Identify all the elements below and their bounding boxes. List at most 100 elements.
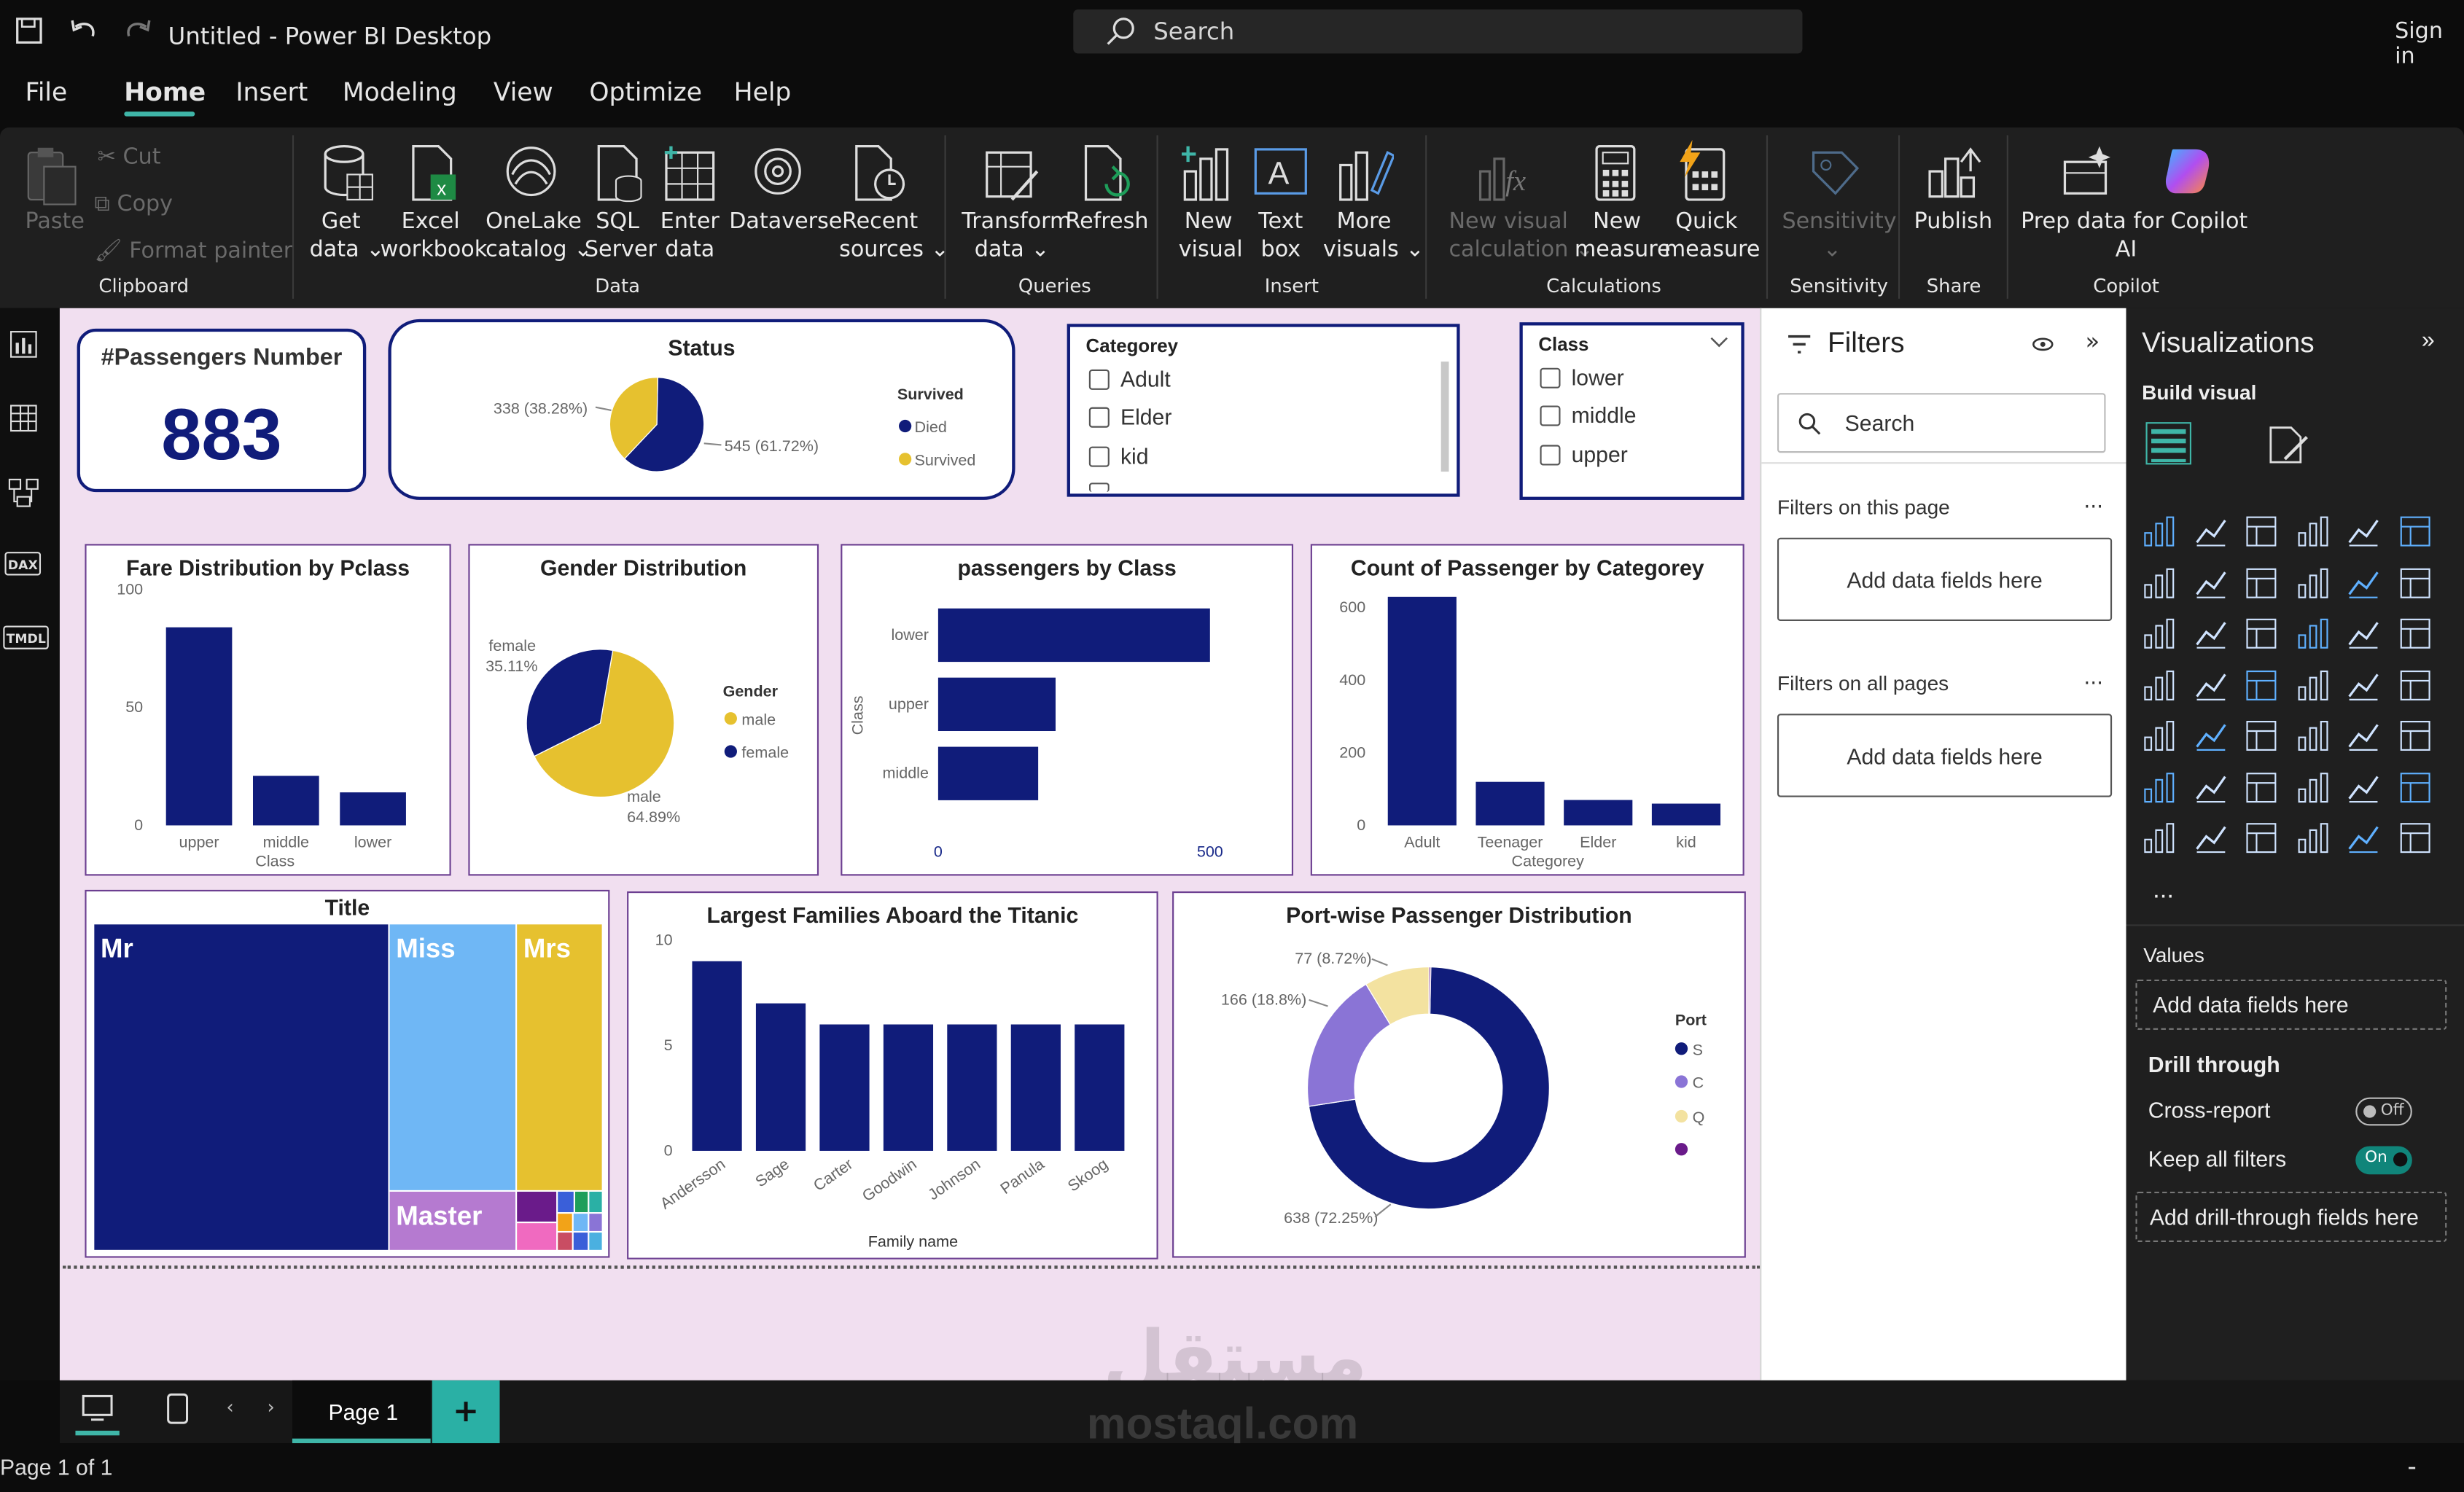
save-icon[interactable] (16, 17, 43, 44)
transform-data-button[interactable]: Transform data ⌄ (962, 208, 1071, 265)
class-slicer[interactable]: Class lower middle upper (1519, 322, 1744, 500)
page-filters-drop-zone[interactable]: Add data fields here (1777, 537, 2113, 622)
report-canvas[interactable]: #Passengers Number 883 Status 545 (61.72… (59, 308, 1761, 1399)
next-page-icon[interactable]: › (267, 1396, 274, 1418)
tab-file[interactable]: File (25, 77, 67, 107)
tab-help[interactable]: Help (734, 77, 792, 107)
paginated-visual-icon[interactable] (2397, 770, 2431, 804)
search-box[interactable]: Search (1073, 9, 1803, 54)
key-influencers-visual-icon[interactable] (2193, 770, 2227, 804)
sql-server-button[interactable]: SQL Server (585, 208, 657, 265)
title-treemap-card[interactable]: Title Mr Miss Mrs Master (85, 889, 610, 1258)
text-box-button[interactable]: Text box (1251, 208, 1311, 265)
checkbox[interactable] (1540, 445, 1561, 466)
cross-report-toggle[interactable]: Off (2355, 1097, 2412, 1126)
excel-workbook-button[interactable]: Excel workbook (381, 208, 488, 265)
slicer-item[interactable]: lower (1572, 364, 1624, 390)
cut-button[interactable]: ✂ Cut (98, 144, 161, 170)
treemap-tile-mrs[interactable]: Mrs (517, 924, 602, 1190)
treemap-visual-icon[interactable] (2142, 668, 2176, 702)
slicer-item[interactable]: kid (1120, 443, 1149, 469)
port-distribution-chart[interactable]: Port-wise Passenger Distribution 638 (72… (1172, 891, 1746, 1258)
all-pages-filters-drop-zone[interactable]: Add data fields here (1777, 714, 2113, 797)
checkbox[interactable] (1088, 407, 1110, 428)
new-measure-button[interactable]: New measure (1575, 208, 1671, 265)
zoom-out-button[interactable]: - (2407, 1451, 2416, 1481)
format-painter-button[interactable]: 🖌 Format painter (94, 239, 292, 265)
power-apps-visual-icon[interactable] (2193, 821, 2227, 855)
tab-modeling[interactable]: Modeling (343, 77, 457, 107)
gauge-visual-icon[interactable] (2346, 668, 2380, 702)
quick-measure-button[interactable]: Quick measure (1664, 208, 1761, 265)
publish-button[interactable]: Publish (1914, 208, 1993, 236)
stacked-area-visual-icon[interactable] (2244, 565, 2278, 599)
treemap-tile-small[interactable] (573, 1233, 588, 1250)
decomposition-visual-icon[interactable] (2244, 770, 2278, 804)
drill-through-drop-zone[interactable]: Add drill-through fields here (2135, 1192, 2447, 1243)
status-pie-card[interactable]: Status 545 (61.72%) 338 (38.28%) Survive… (388, 319, 1015, 500)
slicer-item[interactable]: Adult (1120, 367, 1171, 392)
redo-icon[interactable] (124, 17, 152, 43)
recent-sources-button[interactable]: Recent sources ⌄ (839, 208, 949, 265)
format-visual-icon[interactable] (2266, 424, 2309, 465)
scatter-visual-icon[interactable] (2295, 617, 2329, 651)
treemap-tile-small[interactable] (573, 1214, 588, 1231)
undo-icon[interactable] (69, 17, 98, 43)
line-visual-icon[interactable] (2142, 565, 2176, 599)
100-area-visual-icon[interactable] (2295, 565, 2329, 599)
treemap-tile-small[interactable] (589, 1192, 602, 1213)
line-column-visual-icon[interactable] (2346, 565, 2380, 599)
build-visual-tab-icon[interactable] (2145, 421, 2192, 465)
tab-home[interactable]: Home (124, 77, 206, 107)
prev-page-icon[interactable]: ‹ (226, 1396, 233, 1418)
dataverse-button[interactable]: Dataverse (729, 208, 842, 236)
treemap-tile-small[interactable] (589, 1214, 602, 1231)
python-visual-visual-icon[interactable] (2142, 770, 2176, 804)
kpi-card[interactable]: #Passengers Number 883 (77, 328, 367, 493)
line-clustered-visual-icon[interactable] (2397, 565, 2431, 599)
sign-in-link[interactable]: Sign in (2395, 19, 2464, 69)
slicer-item[interactable]: Elder (1120, 404, 1171, 429)
new-visual-button[interactable]: New visual (1179, 208, 1243, 265)
refresh-button[interactable]: Refresh (1065, 208, 1148, 236)
area-visual-icon[interactable] (2193, 565, 2227, 599)
treemap-tile-small[interactable] (558, 1214, 572, 1231)
new-visual-calculation-button[interactable]: New visual calculation ⌄ (1449, 208, 1594, 265)
model-view-icon[interactable] (8, 477, 39, 508)
table-view-icon[interactable] (9, 404, 38, 432)
clustered-column-visual-icon[interactable] (2295, 514, 2329, 548)
eye-icon[interactable] (2032, 337, 2054, 353)
diamond-visual-icon[interactable] (2346, 821, 2380, 855)
keep-all-filters-toggle[interactable]: On (2355, 1146, 2412, 1175)
checkbox[interactable] (1540, 367, 1561, 388)
fare-distribution-chart[interactable]: Fare Distribution by Pclass Class 0 50 100… (85, 544, 451, 876)
100-bar-visual-icon[interactable] (2346, 514, 2380, 548)
power-automate-visual-icon[interactable] (2244, 821, 2278, 855)
arrow-visual-icon[interactable] (2397, 821, 2431, 855)
checkbox[interactable] (1088, 483, 1110, 493)
get-data-button[interactable]: Get data ⌄ (310, 208, 385, 265)
stacked-bar-visual-icon[interactable] (2142, 514, 2176, 548)
passenger-by-categorey-chart[interactable]: Count of Passenger by Categorey Categore… (1310, 544, 1744, 876)
page-tab-1[interactable]: Page 1 (292, 1380, 431, 1444)
collapse-viz-icon[interactable]: » (2422, 327, 2435, 354)
passengers-by-class-chart[interactable]: passengers by Class Class lower upper midd… (841, 544, 1294, 876)
qa-visual-icon[interactable] (2295, 770, 2329, 804)
stacked-column-visual-icon[interactable] (2193, 514, 2227, 548)
matrix-visual-icon[interactable] (2346, 719, 2380, 753)
add-page-button[interactable]: + (432, 1380, 500, 1444)
kpi-visual-icon[interactable] (2193, 719, 2227, 753)
checkbox[interactable] (1540, 405, 1561, 426)
ribbon-visual-icon[interactable] (2142, 617, 2176, 651)
enter-data-button[interactable]: Enter data (660, 208, 720, 265)
onelake-catalog-button[interactable]: OneLake catalog ⌄ (486, 208, 592, 265)
report-visual-icon[interactable] (2142, 821, 2176, 855)
dax-query-view-icon[interactable]: DAX (4, 552, 42, 576)
treemap-tile-small[interactable] (589, 1233, 602, 1250)
report-view-icon[interactable] (9, 330, 38, 359)
donut-visual-icon[interactable] (2397, 617, 2431, 651)
chevron-down-icon[interactable] (1709, 335, 1728, 351)
tab-view[interactable]: View (494, 77, 553, 107)
filled-map-visual-icon[interactable] (2244, 668, 2278, 702)
prep-data-for-copilot-button[interactable]: Prep data for Copilot AI (2021, 208, 2247, 265)
